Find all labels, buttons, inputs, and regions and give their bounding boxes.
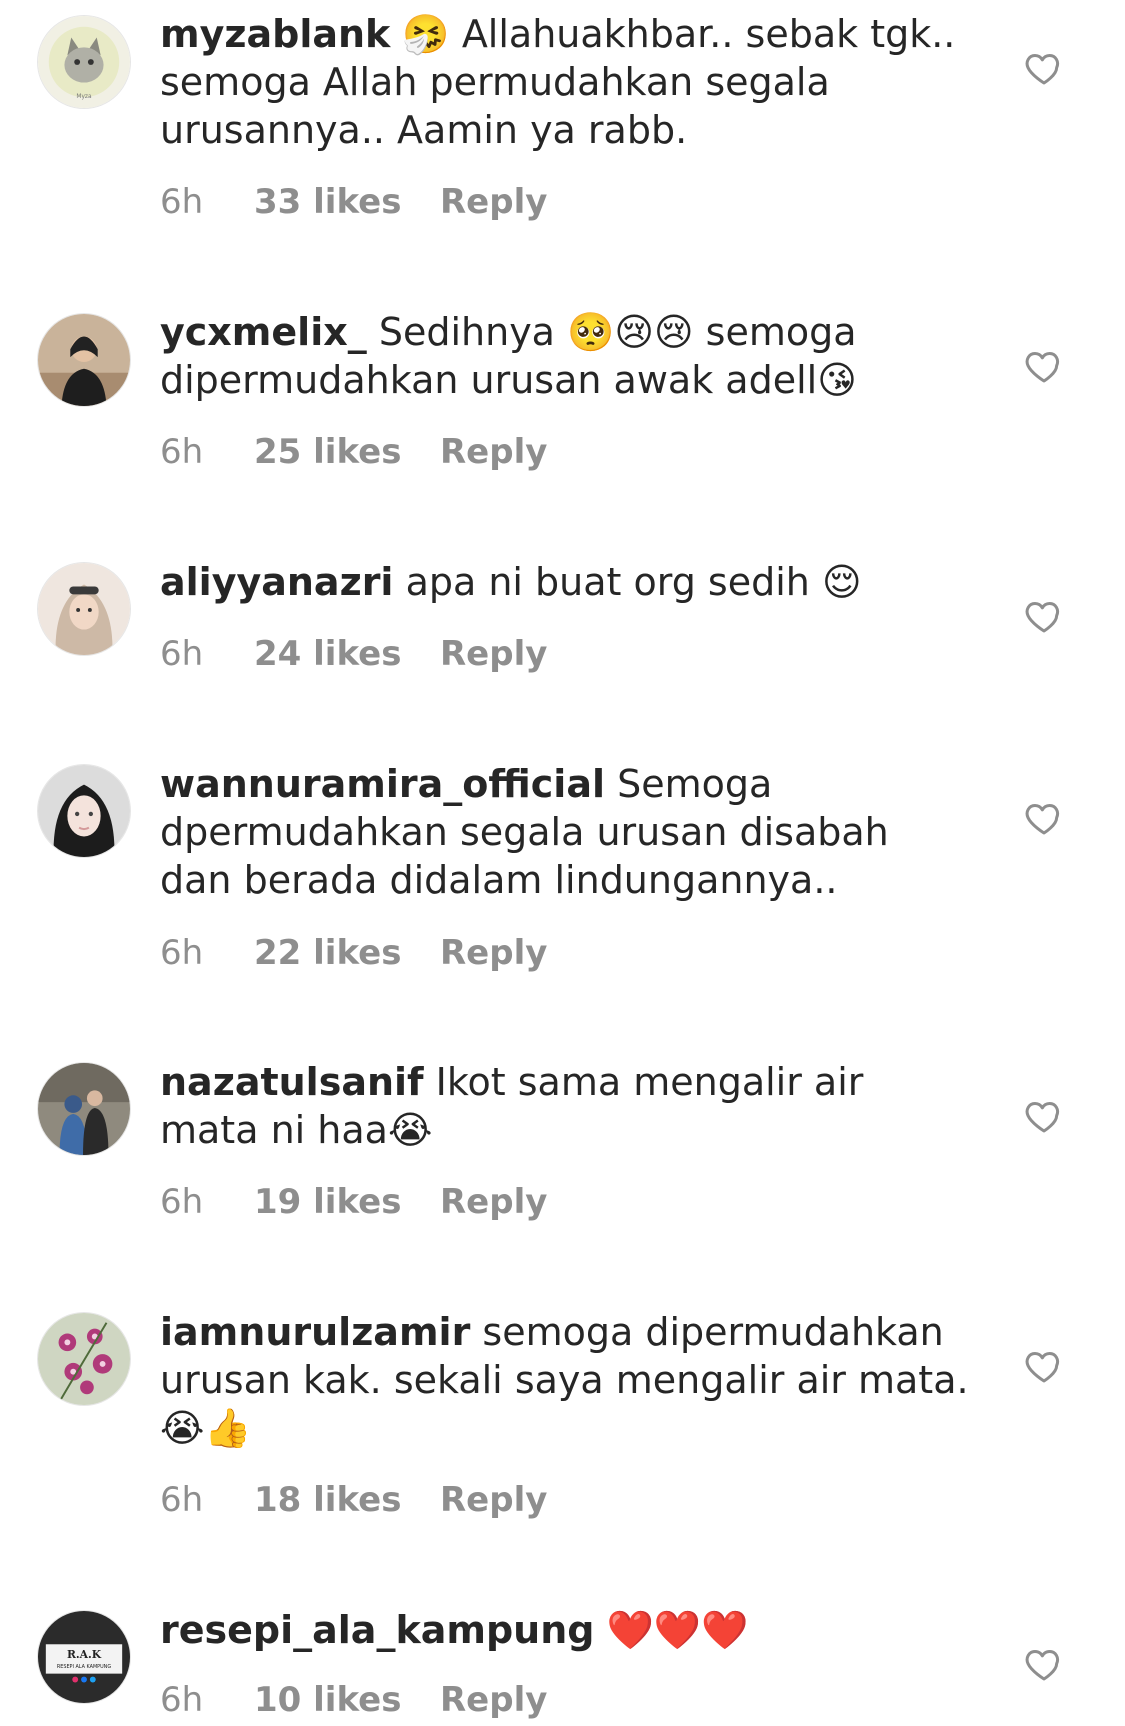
comment-likes[interactable]: 25 likes <box>254 432 440 472</box>
avatar[interactable] <box>37 562 131 656</box>
comment-time: 6h <box>160 432 204 472</box>
comment-text: ycxmelix_ Sedihnya 🥺😢😢 semoga dipermudah… <box>160 308 970 404</box>
comment-text: nazatulsanif Ikot sama mengalir air mata… <box>160 1058 970 1154</box>
heart-icon[interactable] <box>1024 48 1064 88</box>
comment-time: 6h <box>160 634 204 674</box>
heart-icon[interactable] <box>1024 798 1064 838</box>
avatar[interactable] <box>37 313 131 407</box>
heart-icon[interactable] <box>1024 346 1064 386</box>
comment-time: 6h <box>160 182 204 222</box>
comment-time: 6h <box>160 1680 204 1720</box>
comment-text: wannuramira_official Semoga dpermudahkan… <box>160 760 970 904</box>
logo-avatar-image: R.A.K RESEPI ALA KAMPUNG <box>38 1611 130 1703</box>
heart-icon[interactable] <box>1024 1346 1064 1386</box>
flower-avatar-image <box>38 1313 130 1405</box>
reply-button[interactable]: Reply <box>440 634 547 674</box>
logo-subtext: RESEPI ALA KAMPUNG <box>57 1664 111 1670</box>
comment-body: iamnurulzamir semoga dipermudahkan urusa… <box>160 1308 970 1452</box>
comment-username[interactable]: wannuramira_official <box>160 762 605 806</box>
comment-message: apa ni buat org sedih 😌 <box>405 560 862 604</box>
reply-button[interactable]: Reply <box>440 182 547 222</box>
comment-body: myzablank 🤧 Allahuakhbar.. sebak tgk.. s… <box>160 10 970 154</box>
comment-meta: 6h 19 likes Reply <box>160 1182 547 1222</box>
cat-avatar-image: Myza <box>38 16 130 108</box>
avatar[interactable]: Myza <box>37 15 131 109</box>
comment-text: resepi_ala_kampung ❤️❤️❤️ <box>160 1606 970 1654</box>
comment-text: iamnurulzamir semoga dipermudahkan urusa… <box>160 1308 970 1452</box>
comment-body: resepi_ala_kampung ❤️❤️❤️ <box>160 1606 970 1654</box>
reply-button[interactable]: Reply <box>440 1680 547 1720</box>
comment-body: wannuramira_official Semoga dpermudahkan… <box>160 760 970 904</box>
comment-time: 6h <box>160 933 204 973</box>
comment-meta: 6h 22 likes Reply <box>160 933 547 973</box>
avatar[interactable] <box>37 1062 131 1156</box>
comment-username[interactable]: aliyyanazri <box>160 560 393 604</box>
reply-button[interactable]: Reply <box>440 432 547 472</box>
comment-username[interactable]: ycxmelix_ <box>160 310 367 354</box>
avatar[interactable] <box>37 764 131 858</box>
comment-body: nazatulsanif Ikot sama mengalir air mata… <box>160 1058 970 1154</box>
comment-time: 6h <box>160 1182 204 1222</box>
person-avatar-image <box>38 314 130 406</box>
comment-likes[interactable]: 19 likes <box>254 1182 440 1222</box>
comment-meta: 6h 10 likes Reply <box>160 1680 547 1720</box>
avatar[interactable]: R.A.K RESEPI ALA KAMPUNG <box>37 1610 131 1704</box>
comment-username[interactable]: myzablank <box>160 12 390 56</box>
comment-time: 6h <box>160 1480 204 1520</box>
heart-icon[interactable] <box>1024 1644 1064 1684</box>
comment-text: aliyyanazri apa ni buat org sedih 😌 <box>160 558 970 606</box>
comment-meta: 6h 18 likes Reply <box>160 1480 547 1520</box>
logo-text: R.A.K <box>67 1648 102 1661</box>
comment-meta: 6h 25 likes Reply <box>160 432 547 472</box>
comment-meta: 6h 33 likes Reply <box>160 182 547 222</box>
comment-text: myzablank 🤧 Allahuakhbar.. sebak tgk.. s… <box>160 10 970 154</box>
hijab-avatar-image <box>38 765 130 857</box>
comment-likes[interactable]: 24 likes <box>254 634 440 674</box>
avatar[interactable] <box>37 1312 131 1406</box>
heart-icon[interactable] <box>1024 596 1064 636</box>
svg-text:Myza: Myza <box>76 94 92 100</box>
reply-button[interactable]: Reply <box>440 933 547 973</box>
comment-body: ycxmelix_ Sedihnya 🥺😢😢 semoga dipermudah… <box>160 308 970 404</box>
comment-likes[interactable]: 22 likes <box>254 933 440 973</box>
comment-username[interactable]: nazatulsanif <box>160 1060 424 1104</box>
comment-username[interactable]: iamnurulzamir <box>160 1310 470 1354</box>
comment-likes[interactable]: 10 likes <box>254 1680 440 1720</box>
comment-username[interactable]: resepi_ala_kampung <box>160 1608 594 1652</box>
comment-meta: 6h 24 likes Reply <box>160 634 547 674</box>
comment-message: ❤️❤️❤️ <box>606 1608 749 1652</box>
heart-icon[interactable] <box>1024 1096 1064 1136</box>
reply-button[interactable]: Reply <box>440 1182 547 1222</box>
couple-avatar-image <box>38 1063 130 1155</box>
comment-likes[interactable]: 33 likes <box>254 182 440 222</box>
comment-body: aliyyanazri apa ni buat org sedih 😌 <box>160 558 970 606</box>
hijab-avatar-image <box>38 563 130 655</box>
reply-button[interactable]: Reply <box>440 1480 547 1520</box>
comment-likes[interactable]: 18 likes <box>254 1480 440 1520</box>
